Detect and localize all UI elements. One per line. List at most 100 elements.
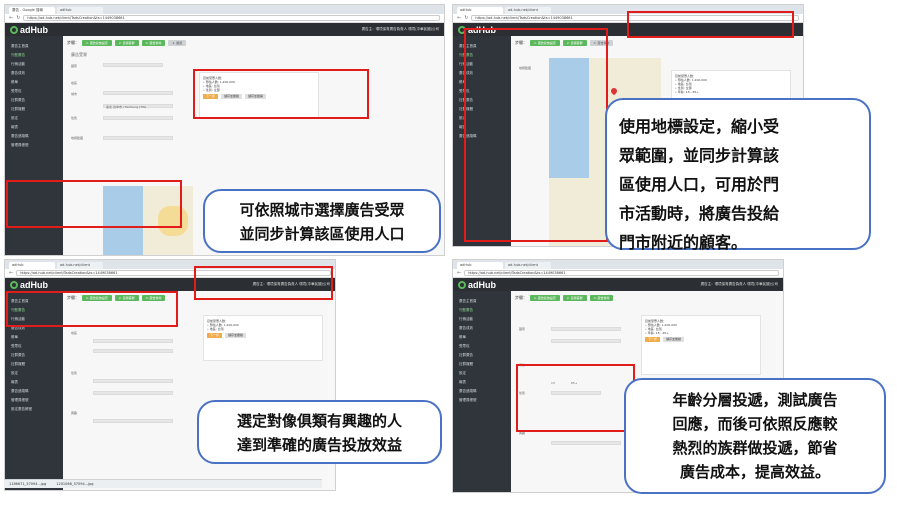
sidebar-item[interactable]: 廣告成效 xyxy=(5,69,63,78)
sidebar-item[interactable]: 帳單 xyxy=(453,333,511,342)
city-input[interactable] xyxy=(551,339,621,343)
sidebar-item[interactable]: 設定 xyxy=(453,369,511,378)
sidebar-item[interactable]: 設定廣告帳號 xyxy=(5,405,63,414)
reload-icon[interactable]: ↻ xyxy=(16,14,20,23)
highlight-summary xyxy=(193,69,369,119)
region-input[interactable] xyxy=(93,339,173,343)
wizard-steps: 步驟： 1. 廣告投放設定 2. 目標客群 3. 廣告素材 xyxy=(515,295,614,301)
wizard-step[interactable]: 2. 目標客群 xyxy=(562,295,587,301)
wizard-steps: 步驟： 1. 廣告投放設定 2. 目標客群 3. 廣告素材 4. 確認 xyxy=(67,40,187,46)
interest-label: 興趣 xyxy=(71,411,78,415)
sidebar-item[interactable]: 社群媒體 xyxy=(453,360,511,369)
logo-icon xyxy=(10,25,18,34)
sidebar-item[interactable]: 行銷活動 xyxy=(5,60,63,69)
app-header: adHub 廣告主：環境保育廣告負責人 環境(中華民國)公司 xyxy=(5,23,444,36)
logo-icon xyxy=(458,280,466,289)
sidebar-item[interactable]: 管理員帳號 xyxy=(5,396,63,405)
sidebar-item[interactable]: 報表 xyxy=(5,378,63,387)
sidebar-item[interactable]: 帳單 xyxy=(5,78,63,87)
highlight-map xyxy=(464,28,608,242)
browser-tab-bar: 廣告 - Google 搜尋 adHub xyxy=(5,5,444,14)
city-label: 城市 xyxy=(71,92,78,96)
app-header: adHub 廣告主：環境保育廣告負責人 環境(中華民國)公司 xyxy=(453,278,783,291)
sidebar-item[interactable]: 受眾包 xyxy=(453,342,511,351)
sidebar-item[interactable]: 廣告追蹤碼 xyxy=(5,132,63,141)
sidebar-item[interactable]: 社群媒體 xyxy=(5,105,63,114)
city-input[interactable] xyxy=(103,91,173,95)
highlight-age-selector xyxy=(516,364,635,432)
sidebar-item[interactable]: 設定 xyxy=(5,369,63,378)
wizard-step[interactable]: 1. 廣告投放設定 xyxy=(530,295,560,301)
sidebar-item[interactable]: 管理員帳號 xyxy=(453,396,511,405)
highlight-sidebar xyxy=(6,180,182,228)
sidebar-item[interactable]: 管理員帳號 xyxy=(5,141,63,150)
reload-icon[interactable]: ↻ xyxy=(464,14,468,23)
download-item[interactable]: 1201066_57094...jpg xyxy=(56,482,93,486)
next-button[interactable]: 下一步 xyxy=(207,333,223,338)
wizard-step[interactable]: 3. 廣告素材 xyxy=(589,295,614,301)
back-icon[interactable]: ← xyxy=(457,269,461,278)
highlight-summary xyxy=(194,266,333,300)
audience-summary: 目前受眾人數： • 預估人數: 1,200,000 • 地區: 台灣 下一步 儲… xyxy=(203,315,323,361)
country-select[interactable] xyxy=(551,327,621,331)
region-label: 地區 xyxy=(71,331,78,335)
sidebar-item[interactable]: 刊登廣告 xyxy=(453,306,511,315)
browser-tab-bar: adHub ad-hub.net/client xyxy=(453,260,783,269)
sidebar-item[interactable]: 社群媒體 xyxy=(5,360,63,369)
back-icon[interactable]: ← xyxy=(9,269,13,278)
browser-tab[interactable]: ad-hub.net/client xyxy=(505,7,551,14)
wizard-step[interactable]: 2. 目標客群 xyxy=(114,40,139,46)
account-name: 廣告主：環境保育廣告負責人 環境(中華民國)公司 xyxy=(700,282,778,286)
sidebar-item[interactable]: 社群廣告 xyxy=(453,351,511,360)
sidebar-item[interactable]: 受眾包 xyxy=(5,87,63,96)
country-select[interactable] xyxy=(103,63,163,67)
sidebar-item[interactable]: 廣告追蹤碼 xyxy=(453,387,511,396)
section-title: 廣告受眾 xyxy=(71,52,87,57)
gender-select[interactable] xyxy=(103,116,173,120)
sidebar-item[interactable]: 報表 xyxy=(453,378,511,387)
sidebar-item[interactable]: 社群廣告 xyxy=(5,351,63,360)
sidebar-item[interactable]: 設定 xyxy=(5,114,63,123)
address-bar: ← https://ad-hub.net/client/TadsCreation… xyxy=(453,269,783,278)
browser-tab[interactable]: adHub xyxy=(9,262,55,269)
adhub-logo[interactable]: adHub xyxy=(10,280,48,290)
back-icon[interactable]: ← xyxy=(457,14,461,23)
browser-tab[interactable]: adHub xyxy=(57,7,103,14)
sidebar-item[interactable]: 社群廣告 xyxy=(5,96,63,105)
landmark-input[interactable] xyxy=(103,136,173,140)
sidebar: 廣告主首頁 刊登廣告 行銷活動 廣告成效 帳單 受眾包 社群廣告 社群媒體 設定… xyxy=(453,291,511,492)
sidebar-item[interactable]: 刊登廣告 xyxy=(5,51,63,60)
audience-summary: 目前受眾人數： • 預估人數: 1,200,000 • 地區: 台灣 • 年齡:… xyxy=(641,315,761,375)
callout-city: 可依照城市選擇廣告受眾 並同步計算該區使用人口 xyxy=(203,189,441,253)
sidebar-item[interactable]: 行銷活動 xyxy=(453,315,511,324)
highlight-steps xyxy=(6,291,178,327)
wizard-step[interactable]: 1. 廣告投放設定 xyxy=(82,40,112,46)
wizard-step[interactable]: 4. 確認 xyxy=(168,40,187,46)
browser-tab[interactable]: adHub xyxy=(457,262,503,269)
back-icon[interactable]: ← xyxy=(9,14,13,23)
save-continue-button[interactable]: 儲存並繼續 xyxy=(224,333,246,338)
sidebar-item[interactable]: 帳單 xyxy=(5,333,63,342)
interest-input[interactable] xyxy=(93,419,173,423)
browser-tab[interactable]: ad-hub.net/client xyxy=(505,262,551,269)
browser-tab[interactable]: ad-hub.net/client xyxy=(57,262,103,269)
download-item[interactable]: 1186671_57094...jpg xyxy=(9,482,46,486)
sidebar-item[interactable]: 廣告主首頁 xyxy=(5,42,63,51)
sidebar-item[interactable]: 報表 xyxy=(5,123,63,132)
sidebar-item[interactable]: 廣告成效 xyxy=(453,324,511,333)
sidebar-item[interactable]: 廣告追蹤碼 xyxy=(5,387,63,396)
highlight-account xyxy=(627,11,794,38)
adhub-logo[interactable]: adHub xyxy=(10,25,48,35)
city-input[interactable] xyxy=(93,349,173,353)
adhub-logo[interactable]: adHub xyxy=(458,280,496,290)
url-field[interactable]: https://ad-hub.net/client/TadsCreation&t… xyxy=(464,270,779,276)
sidebar-item[interactable]: 受眾包 xyxy=(5,342,63,351)
save-continue-button[interactable]: 儲存並繼續 xyxy=(662,337,684,342)
sidebar-item[interactable]: 廣告主首頁 xyxy=(453,297,511,306)
url-field[interactable]: https://ad-hub.net/client/TadsCreation&t… xyxy=(23,15,440,21)
age-select[interactable] xyxy=(93,391,173,395)
gender-select[interactable] xyxy=(93,379,173,383)
interest-input[interactable] xyxy=(551,441,621,445)
wizard-step[interactable]: 3. 廣告素材 xyxy=(141,40,166,46)
next-button[interactable]: 下一步 xyxy=(645,337,661,342)
